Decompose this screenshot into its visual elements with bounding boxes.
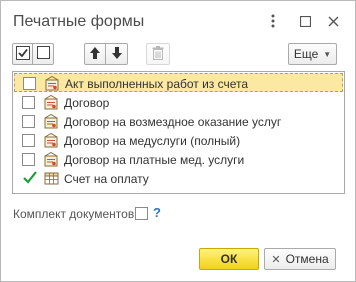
print-form-icon: [45, 75, 60, 91]
move-down-icon: [111, 46, 123, 63]
more-button[interactable]: Еще ▼: [288, 43, 337, 65]
print-form-icon: [44, 151, 59, 167]
list-item-checkbox[interactable]: [22, 96, 35, 109]
list-item-checkbox[interactable]: [22, 153, 35, 166]
chevron-down-icon: ▼: [323, 49, 332, 59]
print-form-icon: [44, 132, 59, 148]
more-button-label: Еще: [293, 47, 319, 61]
spreadsheet-icon: [44, 171, 59, 186]
document-kit-row: Комплект документов: ?: [13, 205, 213, 222]
list-item-label: Счет на оплату: [64, 172, 149, 186]
print-forms-list: Акт выполненных работ из счета Договор Д…: [12, 71, 345, 194]
help-icon[interactable]: ?: [153, 205, 161, 220]
list-item[interactable]: Договор: [14, 93, 343, 112]
delete-button[interactable]: [146, 43, 170, 65]
list-item[interactable]: Договор на платные мед. услуги: [14, 150, 343, 169]
document-kit-checkbox[interactable]: [135, 207, 148, 220]
dialog-titlebar: Печатные формы: [1, 1, 355, 41]
close-icon: ✕: [271, 253, 281, 266]
list-item[interactable]: Акт выполненных работ из счета: [14, 73, 343, 92]
close-icon[interactable]: [324, 12, 342, 30]
ok-button[interactable]: ОК: [199, 248, 259, 270]
move-up-icon: [89, 46, 101, 63]
print-form-icon: [44, 113, 59, 129]
list-item[interactable]: Договор на медуслуги (полный): [14, 131, 343, 150]
uncheck-all-icon: [36, 46, 50, 62]
cancel-button[interactable]: ✕ Отмена: [264, 248, 336, 270]
delete-icon: [152, 45, 164, 63]
print-form-icon: [44, 94, 59, 110]
list-item-label: Договор: [64, 96, 110, 110]
check-all-button[interactable]: [12, 43, 33, 65]
uncheck-all-button[interactable]: [33, 43, 54, 65]
check-icon: [22, 169, 38, 188]
check-all-icon: [15, 45, 30, 63]
list-item[interactable]: Договор на возмездное оказание услуг: [14, 112, 343, 131]
maximize-icon[interactable]: [296, 12, 314, 30]
list-item-label: Акт выполненных работ из счета: [65, 77, 249, 91]
move-up-button[interactable]: [84, 43, 106, 65]
more-vertical-icon[interactable]: [264, 12, 282, 30]
toolbar: Еще ▼: [1, 43, 355, 69]
print-forms-dialog: Печатные формы Еще ▼ Акт выполненных раб…: [0, 0, 356, 282]
list-item-checkbox[interactable]: [22, 115, 35, 128]
list-item[interactable]: Счет на оплату: [14, 169, 343, 188]
cancel-button-label: Отмена: [285, 252, 329, 266]
document-kit-label: Комплект документов:: [13, 207, 138, 221]
list-item-checkbox[interactable]: [22, 169, 38, 188]
list-item-label: Договор на возмездное оказание услуг: [64, 115, 282, 129]
dialog-title: Печатные формы: [13, 13, 145, 30]
list-item-label: Договор на медуслуги (полный): [64, 134, 241, 148]
move-down-button[interactable]: [106, 43, 128, 65]
list-item-checkbox[interactable]: [23, 77, 36, 90]
list-item-label: Договор на платные мед. услуги: [64, 153, 245, 167]
list-item-checkbox[interactable]: [22, 134, 35, 147]
